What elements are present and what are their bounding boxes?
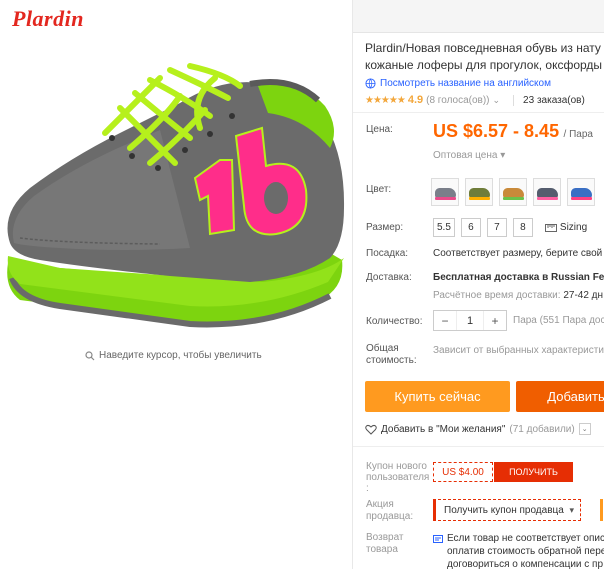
caret-down-icon: ▾ — [569, 504, 574, 515]
seller-coupon-next[interactable] — [600, 499, 604, 521]
size-option[interactable]: 6 — [460, 218, 481, 237]
rating-row: ★★★★★ 4.9 (8 голоса(ов)) ⌄ 23 заказа(ов) — [365, 94, 585, 106]
returns-label-line-2: товара — [366, 544, 398, 555]
delivery-value[interactable]: Бесплатная доставка в Russian Fed — [433, 272, 604, 283]
quantity-input[interactable]: 1 — [456, 311, 484, 330]
swatch-sole — [503, 197, 524, 200]
rating-separator — [513, 94, 515, 106]
product-title-line-1: Plardin/Новая повседневная обувь из нату — [365, 41, 601, 55]
size-option[interactable]: 7 — [486, 218, 507, 237]
delivery-estimate-value: 27-42 дн — [563, 290, 604, 301]
buy-now-button[interactable]: Купить сейчас — [365, 381, 510, 412]
product-title-line-2: кожаные лоферы для прогулок, оксфорды — [365, 58, 603, 72]
swatch-sole — [469, 197, 490, 200]
size-option[interactable]: 5.5 — [433, 218, 455, 237]
price: US $6.57 - 8.45 / Пара — [433, 121, 593, 142]
color-swatches — [431, 178, 595, 206]
delivery-label: Доставка: — [366, 272, 412, 283]
brand-logo[interactable]: Plardin — [12, 6, 84, 32]
caret-down-icon: ▾ — [500, 150, 506, 161]
price-unit: / Пара — [563, 129, 593, 140]
size-options: 5.5 6 7 8 Sizing — [433, 218, 587, 237]
new-user-coupon-label-line-3: : — [366, 483, 369, 494]
color-swatch-1[interactable] — [431, 178, 459, 206]
sizing-link[interactable]: Sizing — [544, 222, 587, 233]
new-user-coupon-label-line-1: Купон нового — [366, 461, 427, 472]
fit-label: Посадка: — [366, 248, 409, 259]
seller-promo-label: Акция продавца: — [366, 499, 413, 523]
divider-line — [353, 446, 604, 447]
magnifier-icon — [85, 350, 95, 360]
swatch-sole — [571, 197, 592, 200]
rating-votes[interactable]: (8 голоса(ов)) — [426, 95, 489, 106]
size-label: Размер: — [366, 222, 404, 233]
sizing-text[interactable]: Sizing — [560, 222, 587, 233]
wholesale-price-toggle[interactable]: Оптовая цена ▾ — [433, 150, 505, 161]
quantity-label: Количество: — [366, 316, 423, 327]
fit-value: Соответствует размеру, берите свой о — [433, 248, 604, 259]
orders-count: 23 заказа(ов) — [523, 94, 585, 106]
color-swatch-5[interactable] — [567, 178, 595, 206]
rating-score: 4.9 — [407, 94, 424, 106]
price-label: Цена: — [366, 124, 393, 135]
size-option[interactable]: 8 — [512, 218, 533, 237]
returns-label-line-1: Возврат — [366, 532, 404, 543]
color-label: Цвет: — [366, 184, 392, 195]
returns-line-3: договориться о компенсации с пр — [447, 559, 604, 569]
returns-label: Возврат товара — [366, 532, 404, 556]
new-user-coupon-label: Купон нового пользователя : — [366, 461, 429, 494]
quantity-plus-button[interactable]: + — [484, 311, 506, 330]
color-swatch-4[interactable] — [533, 178, 561, 206]
returns-text: Если товар не соответствует опис оплатив… — [433, 532, 604, 569]
product-gallery: Plardin Наведите курсор, чтобы увеличить — [0, 0, 352, 569]
color-swatch-3[interactable] — [499, 178, 527, 206]
get-coupon-button[interactable]: ПОЛУЧИТЬ — [494, 462, 573, 482]
add-to-cart-button[interactable]: Добавить — [516, 381, 604, 412]
product-title: Plardin/Новая повседневная обувь из нату… — [365, 40, 604, 74]
returns-line-2: оплатив стоимость обратной перес — [447, 546, 604, 557]
chevron-down-icon[interactable]: ⌄ — [578, 423, 591, 435]
product-image[interactable] — [0, 38, 352, 338]
wishlist-link[interactable]: Добавить в "Мои желания" (71 добавили) ⌄ — [365, 423, 591, 435]
delivery-estimate-label: Расчётное время доставки: — [433, 290, 561, 301]
seller-coupon-text[interactable]: Получить купон продавца — [444, 505, 564, 516]
chevron-down-icon[interactable]: ⌄ — [493, 95, 501, 106]
zoom-hint: Наведите курсор, чтобы увеличить — [85, 350, 262, 361]
price-amount: US $6.57 - 8.45 — [433, 121, 560, 141]
color-swatch-2[interactable] — [465, 178, 493, 206]
product-info: Plardin/Новая повседневная обувь из нату… — [353, 0, 604, 569]
rating-stars: ★★★★★ — [365, 94, 406, 106]
new-user-coupon-amount: US $4.00 — [433, 462, 493, 482]
ruler-icon — [544, 223, 557, 232]
zoom-hint-text: Наведите курсор, чтобы увеличить — [99, 350, 262, 361]
wholesale-label[interactable]: Оптовая цена — [433, 150, 497, 161]
swatch-sole — [435, 197, 456, 200]
seller-promo-label-line-1: Акция — [366, 499, 394, 510]
returns-line-1: Если товар не соответствует опис — [447, 533, 604, 544]
total-value: Зависит от выбранных характеристи — [433, 345, 604, 356]
top-band — [353, 0, 604, 33]
total-label-line-2: стоимость: — [366, 355, 417, 366]
divider-line — [353, 112, 604, 113]
new-user-coupon-label-line-2: пользователя — [366, 472, 430, 483]
delivery-estimate: Расчётное время доставки: 27-42 дн — [433, 290, 603, 301]
total-label-line-1: Общая — [366, 343, 399, 354]
seller-promo-label-line-2: продавца: — [366, 511, 414, 522]
seller-coupon-button[interactable]: Получить купон продавца ▾ — [433, 499, 581, 521]
quantity-stepper: − 1 + Пара (551 Пара досту — [433, 310, 604, 331]
translate-icon — [365, 78, 376, 89]
total-label: Общая стоимость: — [366, 343, 417, 367]
translate-link[interactable]: Посмотреть название на английском — [365, 78, 551, 89]
translate-link-text[interactable]: Посмотреть название на английском — [380, 78, 551, 89]
wishlist-text[interactable]: Добавить в "Мои желания" — [381, 424, 505, 435]
quantity-minus-button[interactable]: − — [434, 311, 456, 330]
swatch-sole — [537, 197, 558, 200]
heart-icon — [365, 424, 377, 435]
return-policy-icon — [433, 534, 443, 543]
wishlist-count: (71 добавили) — [509, 423, 575, 435]
quantity-available: Пара (551 Пара досту — [513, 315, 604, 326]
